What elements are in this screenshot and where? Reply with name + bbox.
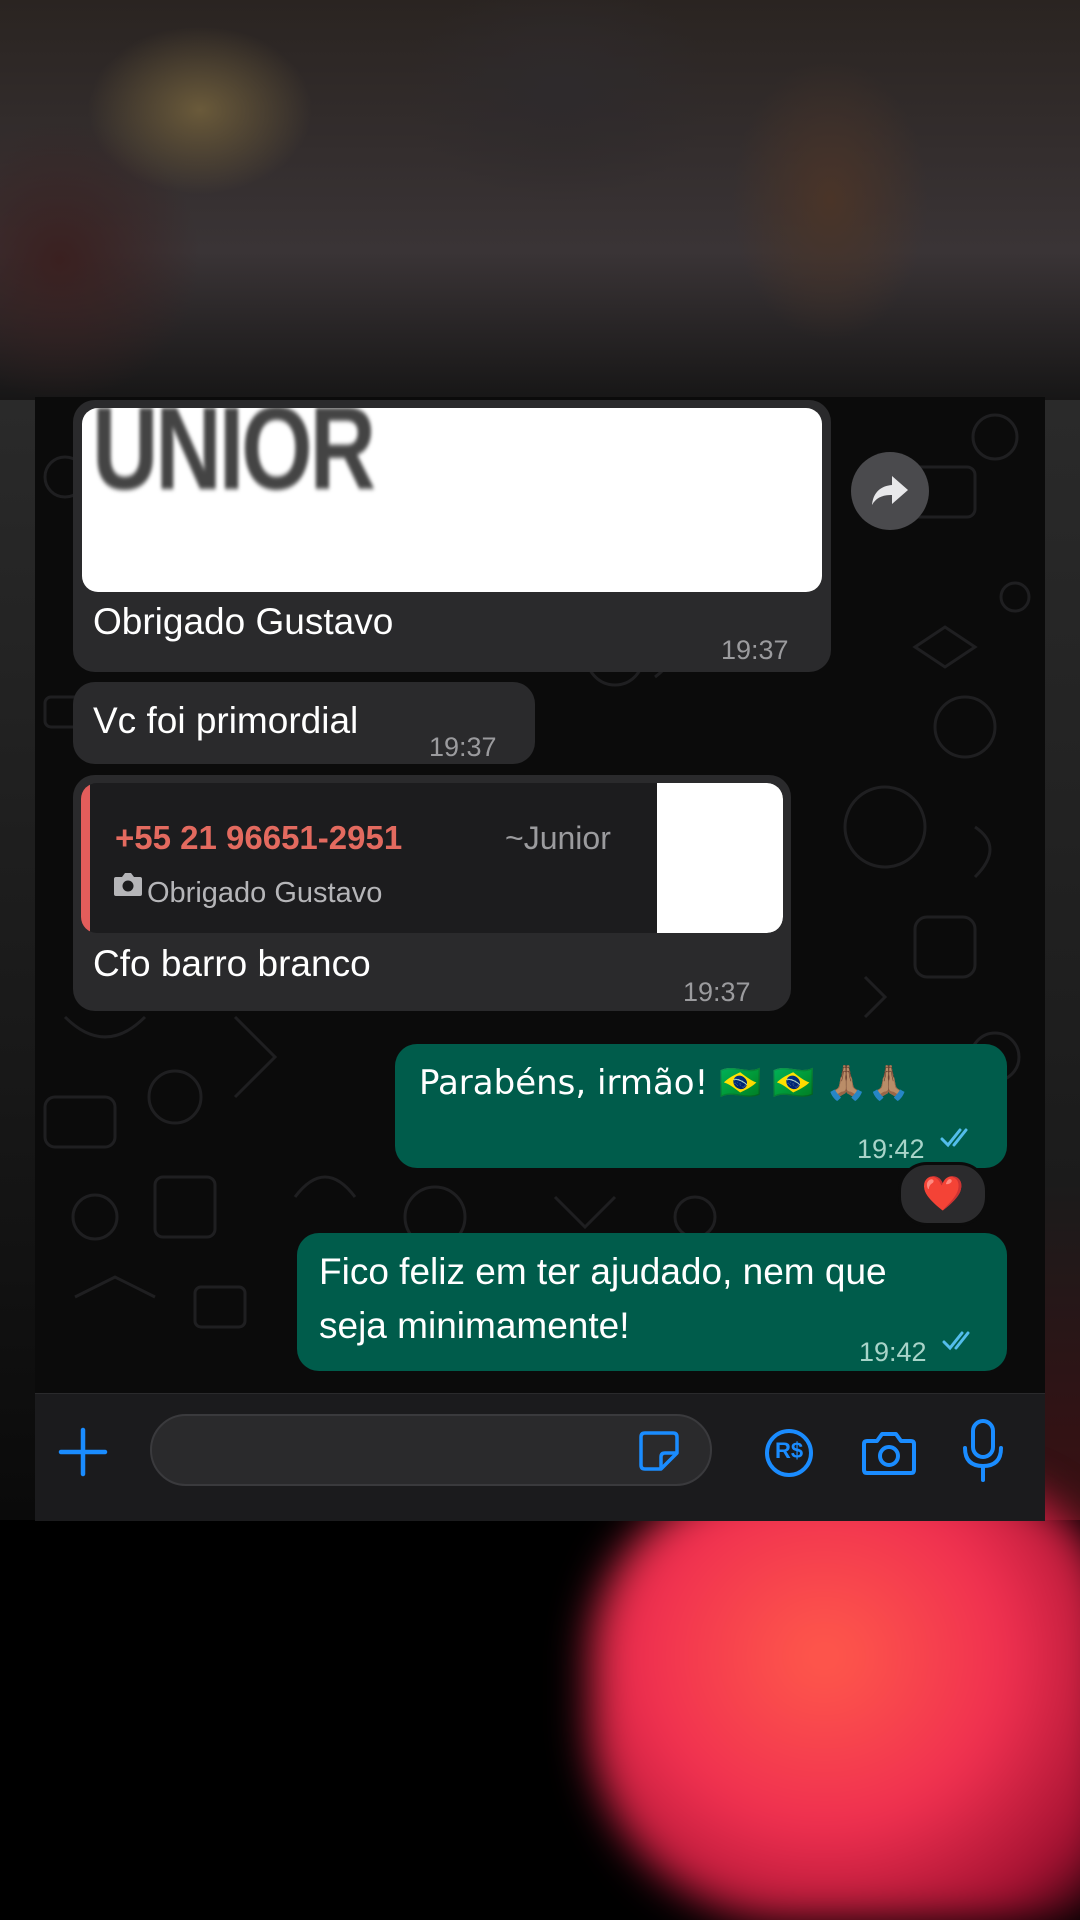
quote-accent-bar xyxy=(81,783,90,933)
plus-icon xyxy=(58,1427,108,1477)
quoted-message[interactable]: +55 21 96651-2951 ~Junior Obrigado Gusta… xyxy=(81,783,783,933)
message-text-line: Fico feliz em ter ajudado, nem que xyxy=(319,1251,887,1292)
payment-label: R$ xyxy=(774,1438,804,1463)
camera-button[interactable] xyxy=(860,1426,918,1480)
message-time: 19:37 xyxy=(429,732,497,762)
camera-icon xyxy=(114,873,142,896)
reaction-badge[interactable]: ❤️ xyxy=(898,1162,988,1226)
quoted-sender-alias: ~Junior xyxy=(505,820,611,856)
read-receipt-icon xyxy=(942,1331,970,1351)
sticker-icon xyxy=(639,1431,679,1471)
attach-button[interactable] xyxy=(55,1424,111,1480)
message-text: Parabéns, irmão! 🇧🇷 🇧🇷 🙏🏽🙏🏽 xyxy=(419,1063,910,1103)
heart-icon: ❤️ xyxy=(921,1174,965,1214)
quoted-sender-phone: +55 21 96651-2951 xyxy=(115,819,403,856)
message-input-field[interactable] xyxy=(150,1414,712,1486)
chat-window: UNIOR Obrigado Gustavo 19:37 Vc foi prim… xyxy=(35,397,1045,1521)
image-text: UNIOR xyxy=(92,408,376,515)
read-receipt-icon xyxy=(940,1128,968,1148)
message-text: Obrigado Gustavo xyxy=(93,601,394,642)
message-time: 19:37 xyxy=(683,977,751,1007)
blurred-background-left xyxy=(0,400,36,1520)
incoming-message[interactable]: Vc foi primordial 19:37 xyxy=(73,682,535,764)
quoted-thumbnail xyxy=(657,783,783,933)
outgoing-message[interactable]: Parabéns, irmão! 🇧🇷 🇧🇷 🙏🏽🙏🏽 19:42 xyxy=(395,1044,1007,1168)
message-image[interactable]: UNIOR xyxy=(82,408,822,592)
message-time: 19:42 xyxy=(859,1337,927,1367)
blurred-background-right xyxy=(1044,400,1080,1520)
blurred-background-top xyxy=(0,0,1080,420)
microphone-icon xyxy=(963,1419,1003,1482)
payment-button[interactable]: R$ xyxy=(762,1426,816,1480)
forward-button[interactable] xyxy=(851,452,929,530)
forward-icon xyxy=(872,476,908,505)
outgoing-message[interactable]: Fico feliz em ter ajudado, nem que seja … xyxy=(297,1233,1007,1371)
message-text: Vc foi primordial xyxy=(93,700,359,741)
message-input[interactable] xyxy=(176,1426,640,1478)
incoming-message-image[interactable]: UNIOR Obrigado Gustavo 19:37 xyxy=(73,400,831,672)
blurred-background-blob xyxy=(590,1480,1080,1920)
camera-icon xyxy=(862,1432,916,1475)
message-text: Cfo barro branco xyxy=(93,943,371,984)
message-input-bar: R$ xyxy=(35,1393,1045,1521)
voice-message-button[interactable] xyxy=(960,1416,1006,1486)
message-text-line: seja minimamente! xyxy=(319,1305,630,1346)
quoted-text: Obrigado Gustavo xyxy=(147,877,383,909)
sticker-button[interactable] xyxy=(636,1428,682,1474)
message-time: 19:37 xyxy=(721,635,789,665)
incoming-reply-message[interactable]: +55 21 96651-2951 ~Junior Obrigado Gusta… xyxy=(73,775,791,1011)
